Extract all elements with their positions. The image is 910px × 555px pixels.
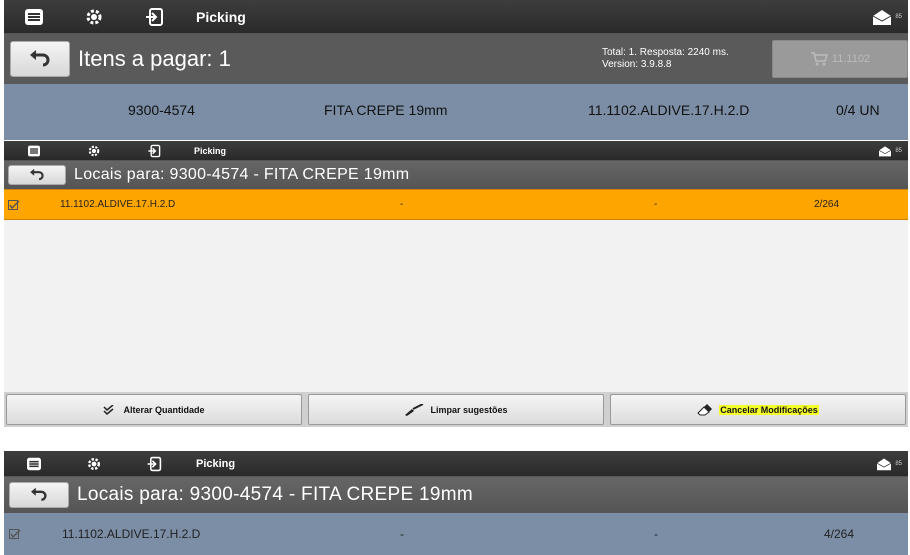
- back-button[interactable]: [8, 165, 66, 185]
- page-title: Locais para: 9300-4574 - FITA CREPE 19mm: [74, 166, 410, 183]
- limpar-sugestoes-button[interactable]: Limpar sugestões: [308, 394, 604, 425]
- cart-button[interactable]: 11.1102: [772, 40, 908, 78]
- menu-icon[interactable]: [4, 451, 64, 477]
- action-bar: Alterar Quantidade Limpar sugestões Canc…: [4, 392, 908, 427]
- item-qty: 0/4 UN: [836, 102, 880, 118]
- screen-1: Picking 85 Itens a pagar: 1 Total: 1. Re…: [4, 0, 908, 140]
- mail-icon: [879, 145, 892, 156]
- screen-2: Picking 85 Locais para: 9300-4574 - FITA…: [4, 141, 908, 427]
- info-total: Total: 1. Resposta: 2240 ms.: [602, 47, 729, 58]
- back-button[interactable]: [9, 482, 69, 508]
- item-location: 11.1102.ALDIVE.17.H.2.D: [588, 102, 750, 118]
- mail-button[interactable]: 85: [875, 457, 908, 471]
- info-block: Total: 1. Resposta: 2240 ms. Version: 3.…: [602, 47, 772, 71]
- mail-badge: 85: [895, 13, 902, 20]
- gear-icon[interactable]: [64, 451, 124, 477]
- location-row[interactable]: 11.1102.ALDIVE.17.H.2.D - - 4/264: [4, 513, 908, 555]
- item-description: FITA CREPE 19mm: [324, 102, 448, 118]
- app-title: Picking: [194, 145, 227, 156]
- menu-icon[interactable]: [4, 0, 64, 34]
- header-bar: Locais para: 9300-4574 - FITA CREPE 19mm: [4, 161, 908, 189]
- top-bar: Picking 85: [4, 0, 908, 34]
- cart-icon: [810, 52, 828, 66]
- location-qty: 2/264: [814, 199, 840, 210]
- back-arrow-icon: [30, 168, 44, 181]
- eraser-icon: [697, 403, 713, 415]
- location-col2: -: [400, 527, 404, 541]
- checkbox-checked-icon[interactable]: [9, 529, 21, 539]
- top-bar: Picking 85: [4, 451, 908, 477]
- items-label: Itens a pagar: 1: [78, 46, 231, 71]
- back-button[interactable]: [10, 41, 70, 77]
- location-col2: -: [400, 199, 404, 210]
- checkbox-checked-icon[interactable]: [8, 199, 20, 210]
- location-row-selected[interactable]: 11.1102.ALDIVE.17.H.2.D - - 2/264: [4, 189, 908, 220]
- mail-badge: 85: [895, 460, 902, 467]
- header-bar: Locais para: 9300-4574 - FITA CREPE 19mm: [4, 477, 908, 513]
- menu-icon[interactable]: [4, 141, 64, 161]
- back-arrow-icon: [31, 487, 47, 501]
- login-icon[interactable]: [124, 0, 184, 34]
- mail-icon: [873, 9, 892, 25]
- location-code: 11.1102.ALDIVE.17.H.2.D: [62, 527, 201, 541]
- location-col3: -: [654, 527, 658, 541]
- double-check-icon: [103, 404, 114, 415]
- brush-icon: [405, 403, 424, 416]
- location-code: 11.1102.ALDIVE.17.H.2.D: [60, 199, 176, 210]
- location-qty: 4/264: [824, 527, 855, 541]
- mail-button[interactable]: 85: [871, 8, 908, 26]
- info-version: Version: 3.9.8.8: [602, 59, 672, 70]
- item-code: 9300-4574: [128, 102, 195, 118]
- mail-icon: [877, 458, 892, 470]
- gear-icon[interactable]: [64, 0, 124, 34]
- gear-icon[interactable]: [64, 141, 124, 161]
- empty-list-area: [4, 220, 908, 392]
- items-bar: Itens a pagar: 1 Total: 1. Resposta: 224…: [4, 34, 908, 84]
- cancelar-modificacoes-button[interactable]: Cancelar Modificações: [610, 394, 906, 425]
- page-title: Locais para: 9300-4574 - FITA CREPE 19mm: [77, 484, 474, 505]
- limpar-sugestoes-label: Limpar sugestões: [430, 404, 508, 415]
- top-bar: Picking 85: [4, 141, 908, 161]
- alterar-quantidade-label: Alterar Quantidade: [123, 404, 205, 415]
- screen-3: Picking 85 Locais para: 9300-4574 - FITA…: [4, 451, 908, 555]
- login-icon[interactable]: [124, 451, 184, 477]
- mail-button[interactable]: 85: [877, 145, 908, 157]
- cart-button-label: 11.1102: [831, 53, 871, 65]
- app-title: Picking: [196, 8, 246, 25]
- alterar-quantidade-button[interactable]: Alterar Quantidade: [6, 394, 302, 425]
- list-item[interactable]: 9300-4574 FITA CREPE 19mm 11.1102.ALDIVE…: [4, 84, 908, 136]
- app-title: Picking: [196, 457, 236, 470]
- mail-badge: 85: [895, 147, 902, 154]
- location-col3: -: [654, 199, 658, 210]
- back-arrow-icon: [30, 50, 50, 67]
- cancelar-modificacoes-label: Cancelar Modificações: [719, 404, 819, 415]
- login-icon[interactable]: [124, 141, 184, 161]
